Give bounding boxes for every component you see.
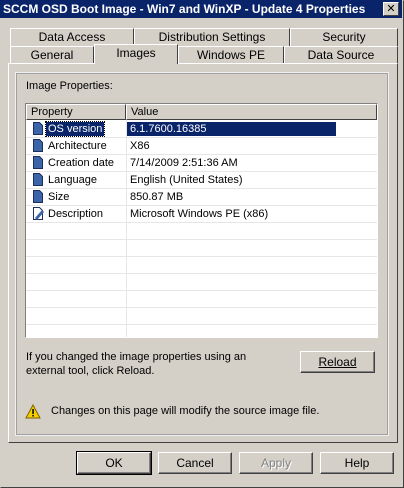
- property-cell: Architecture: [48, 140, 107, 152]
- table-row[interactable]: Description Microsoft Windows PE (x86): [26, 206, 377, 223]
- column-divider: [126, 120, 127, 337]
- value-cell: 7/14/2009 2:51:36 AM: [130, 157, 238, 169]
- property-cell: Creation date: [48, 157, 115, 169]
- tab-label: General: [30, 48, 74, 62]
- property-cell: Description: [48, 208, 104, 220]
- table-row[interactable]: Size 850.87 MB: [26, 189, 377, 206]
- value-cell: 850.87 MB: [130, 191, 184, 203]
- table-row[interactable]: Creation date 7/14/2009 2:51:36 AM: [26, 155, 377, 172]
- warning-icon: [25, 403, 41, 419]
- document-icon: [33, 156, 43, 169]
- tab-general[interactable]: General: [10, 46, 94, 64]
- property-cell: Language: [48, 174, 97, 186]
- property-cell: Size: [48, 191, 70, 203]
- empty-row: [26, 257, 377, 274]
- value-cell: X86: [130, 140, 150, 152]
- window-title: SCCM OSD Boot Image - Win7 and WinXP - U…: [3, 2, 366, 16]
- empty-row: [26, 240, 377, 257]
- empty-row: [26, 291, 377, 308]
- document-icon: [33, 173, 43, 186]
- value-cell: 6.1.7600.16385: [126, 122, 336, 136]
- tab-windows-pe[interactable]: Windows PE: [178, 46, 284, 64]
- table-row[interactable]: OS version 6.1.7600.16385: [26, 121, 377, 138]
- image-properties-label: Image Properties:: [26, 80, 113, 92]
- tab-label: Security: [322, 30, 366, 44]
- image-properties-list[interactable]: Property Value OS version 6.1.7600.16385…: [25, 103, 378, 338]
- cancel-button[interactable]: Cancel: [158, 452, 232, 474]
- property-cell: OS version: [44, 121, 106, 137]
- column-header-property[interactable]: Property: [26, 104, 126, 120]
- tab-label: Windows PE: [196, 48, 266, 62]
- tab-data-source[interactable]: Data Source: [284, 46, 398, 64]
- tab-images[interactable]: Images: [94, 44, 178, 64]
- tab-label: Images: [116, 46, 156, 60]
- empty-row: [26, 223, 377, 240]
- value-cell: Microsoft Windows PE (x86): [130, 208, 269, 220]
- reload-hint-line-2: external tool, click Reload.: [26, 365, 155, 377]
- close-button[interactable]: ✕: [383, 2, 399, 16]
- table-row[interactable]: Language English (United States): [26, 172, 377, 189]
- tab-security[interactable]: Security: [290, 28, 398, 46]
- document-icon: [33, 139, 43, 152]
- table-row[interactable]: Architecture X86: [26, 138, 377, 155]
- document-icon: [33, 190, 43, 203]
- empty-row: [26, 308, 377, 325]
- tab-label: Distribution Settings: [158, 30, 266, 44]
- value-cell: English (United States): [130, 174, 243, 186]
- apply-button[interactable]: Apply: [239, 452, 313, 474]
- edit-document-icon: [33, 207, 44, 220]
- document-icon: [33, 122, 43, 135]
- reload-hint-line-1: If you changed the image properties usin…: [26, 351, 247, 363]
- reload-button-label: Reload: [318, 355, 357, 369]
- tab-label: Data Access: [38, 30, 106, 44]
- reload-button[interactable]: Reload: [300, 351, 375, 373]
- empty-row: [26, 274, 377, 291]
- help-button[interactable]: Help: [320, 452, 394, 474]
- tab-label: Data Source: [307, 48, 375, 62]
- title-bar[interactable]: SCCM OSD Boot Image - Win7 and WinXP - U…: [0, 0, 402, 18]
- column-header-value[interactable]: Value: [126, 104, 377, 120]
- ok-button[interactable]: OK: [76, 451, 152, 475]
- warning-text: Changes on this page will modify the sou…: [51, 405, 320, 417]
